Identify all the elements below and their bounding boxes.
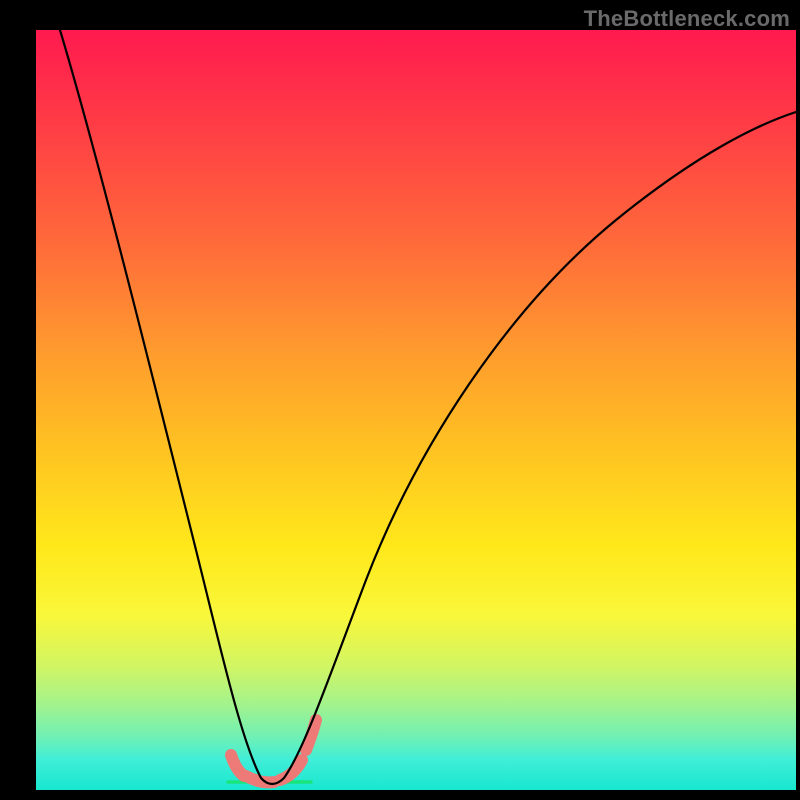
- bottleneck-curve-path: [60, 30, 796, 784]
- marker-segment-right-low: [280, 760, 302, 780]
- chart-plot-area: [36, 30, 796, 790]
- bottleneck-curve-svg: [36, 30, 796, 790]
- watermark-text: TheBottleneck.com: [584, 6, 790, 32]
